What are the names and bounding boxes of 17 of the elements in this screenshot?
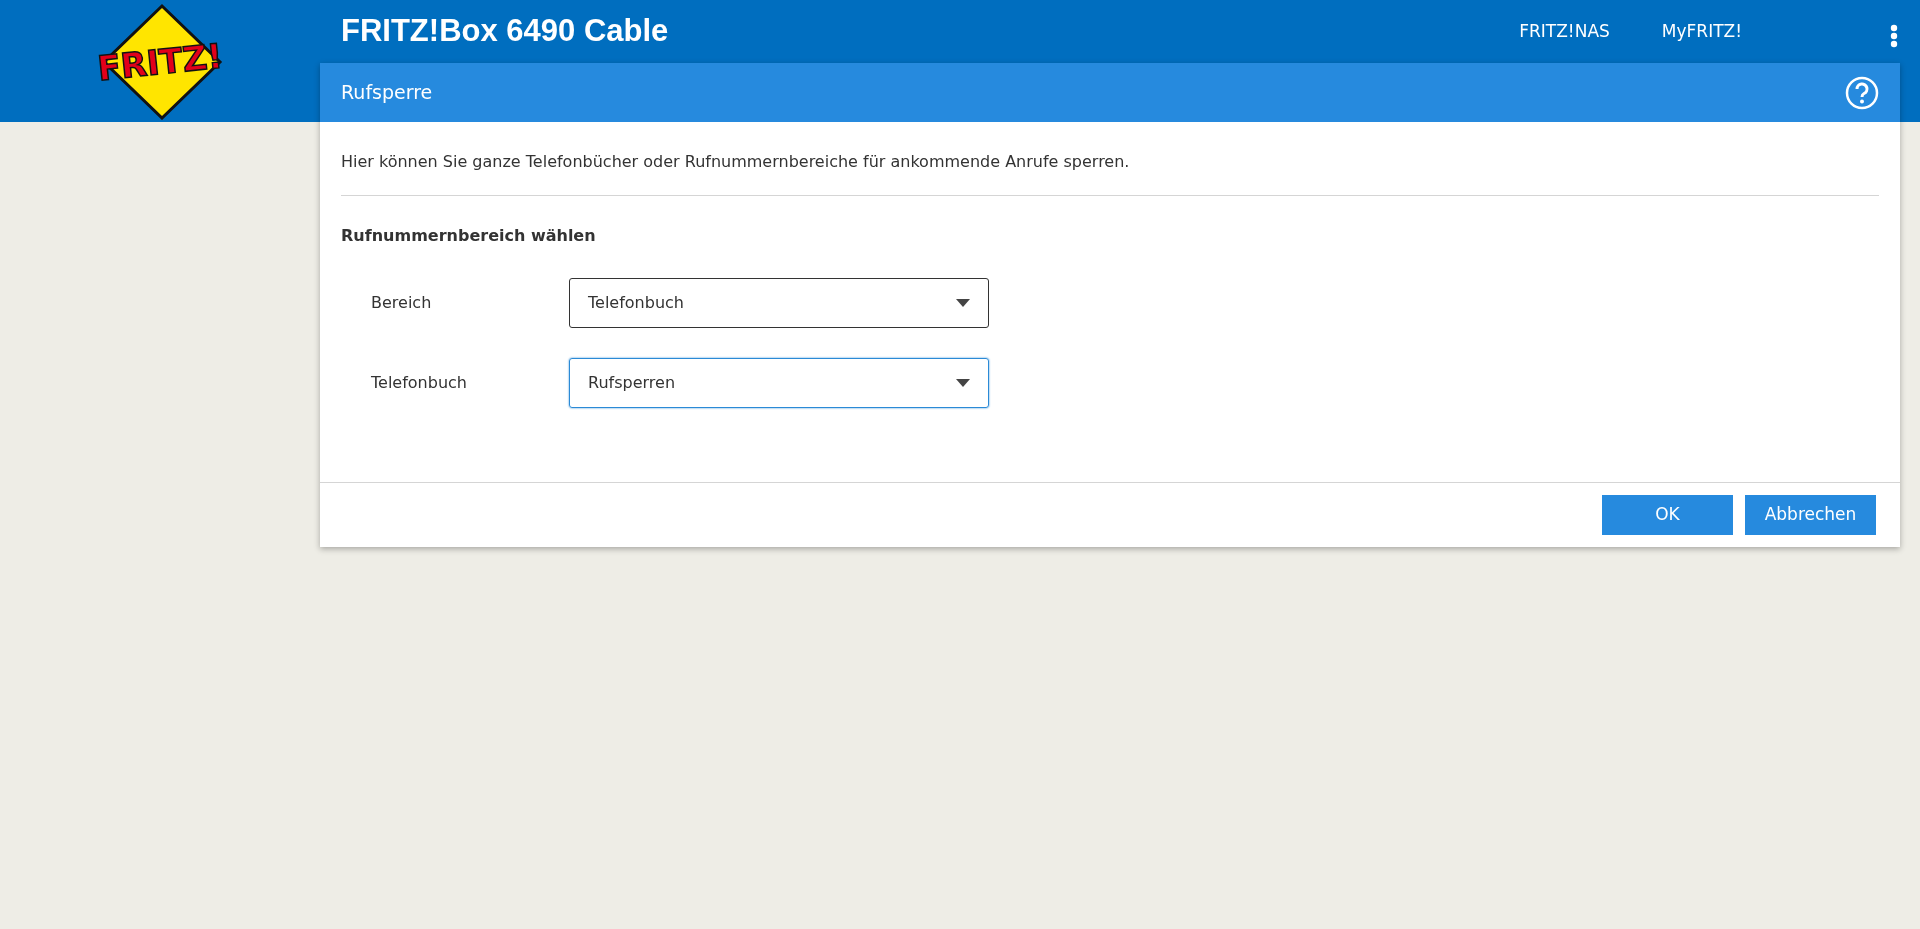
field-label: Bereich <box>370 292 433 314</box>
caret-icon <box>956 299 970 307</box>
intro-text: Hier können Sie ganze Telefonbücher oder Rufnummernbereiche für ankommende Anrufe sperren. <box>341 151 1131 173</box>
nav-link[interactable]: FRITZ!NAS <box>1519 18 1610 45</box>
field-label: Telefonbuch <box>370 372 468 394</box>
cancel-button[interactable]: Abbrechen <box>1745 495 1876 535</box>
dialog-title: Rufsperre <box>341 80 433 106</box>
help-icon[interactable] <box>1845 75 1879 110</box>
logo-text: FRITZ! <box>95 35 225 89</box>
nav-link[interactable]: MyFRITZ! <box>1661 18 1742 45</box>
dropdown[interactable]: Telefonbuch <box>569 278 989 328</box>
dropdown[interactable]: Rufsperren <box>569 358 989 408</box>
ok-button[interactable]: OK <box>1602 495 1733 535</box>
more-options-icon[interactable] <box>1889 24 1899 48</box>
product-title: FRITZ!Box 6490 Cable <box>341 12 669 51</box>
caret-icon <box>956 379 970 387</box>
section-heading: Rufnummernbereich wählen <box>341 225 597 247</box>
